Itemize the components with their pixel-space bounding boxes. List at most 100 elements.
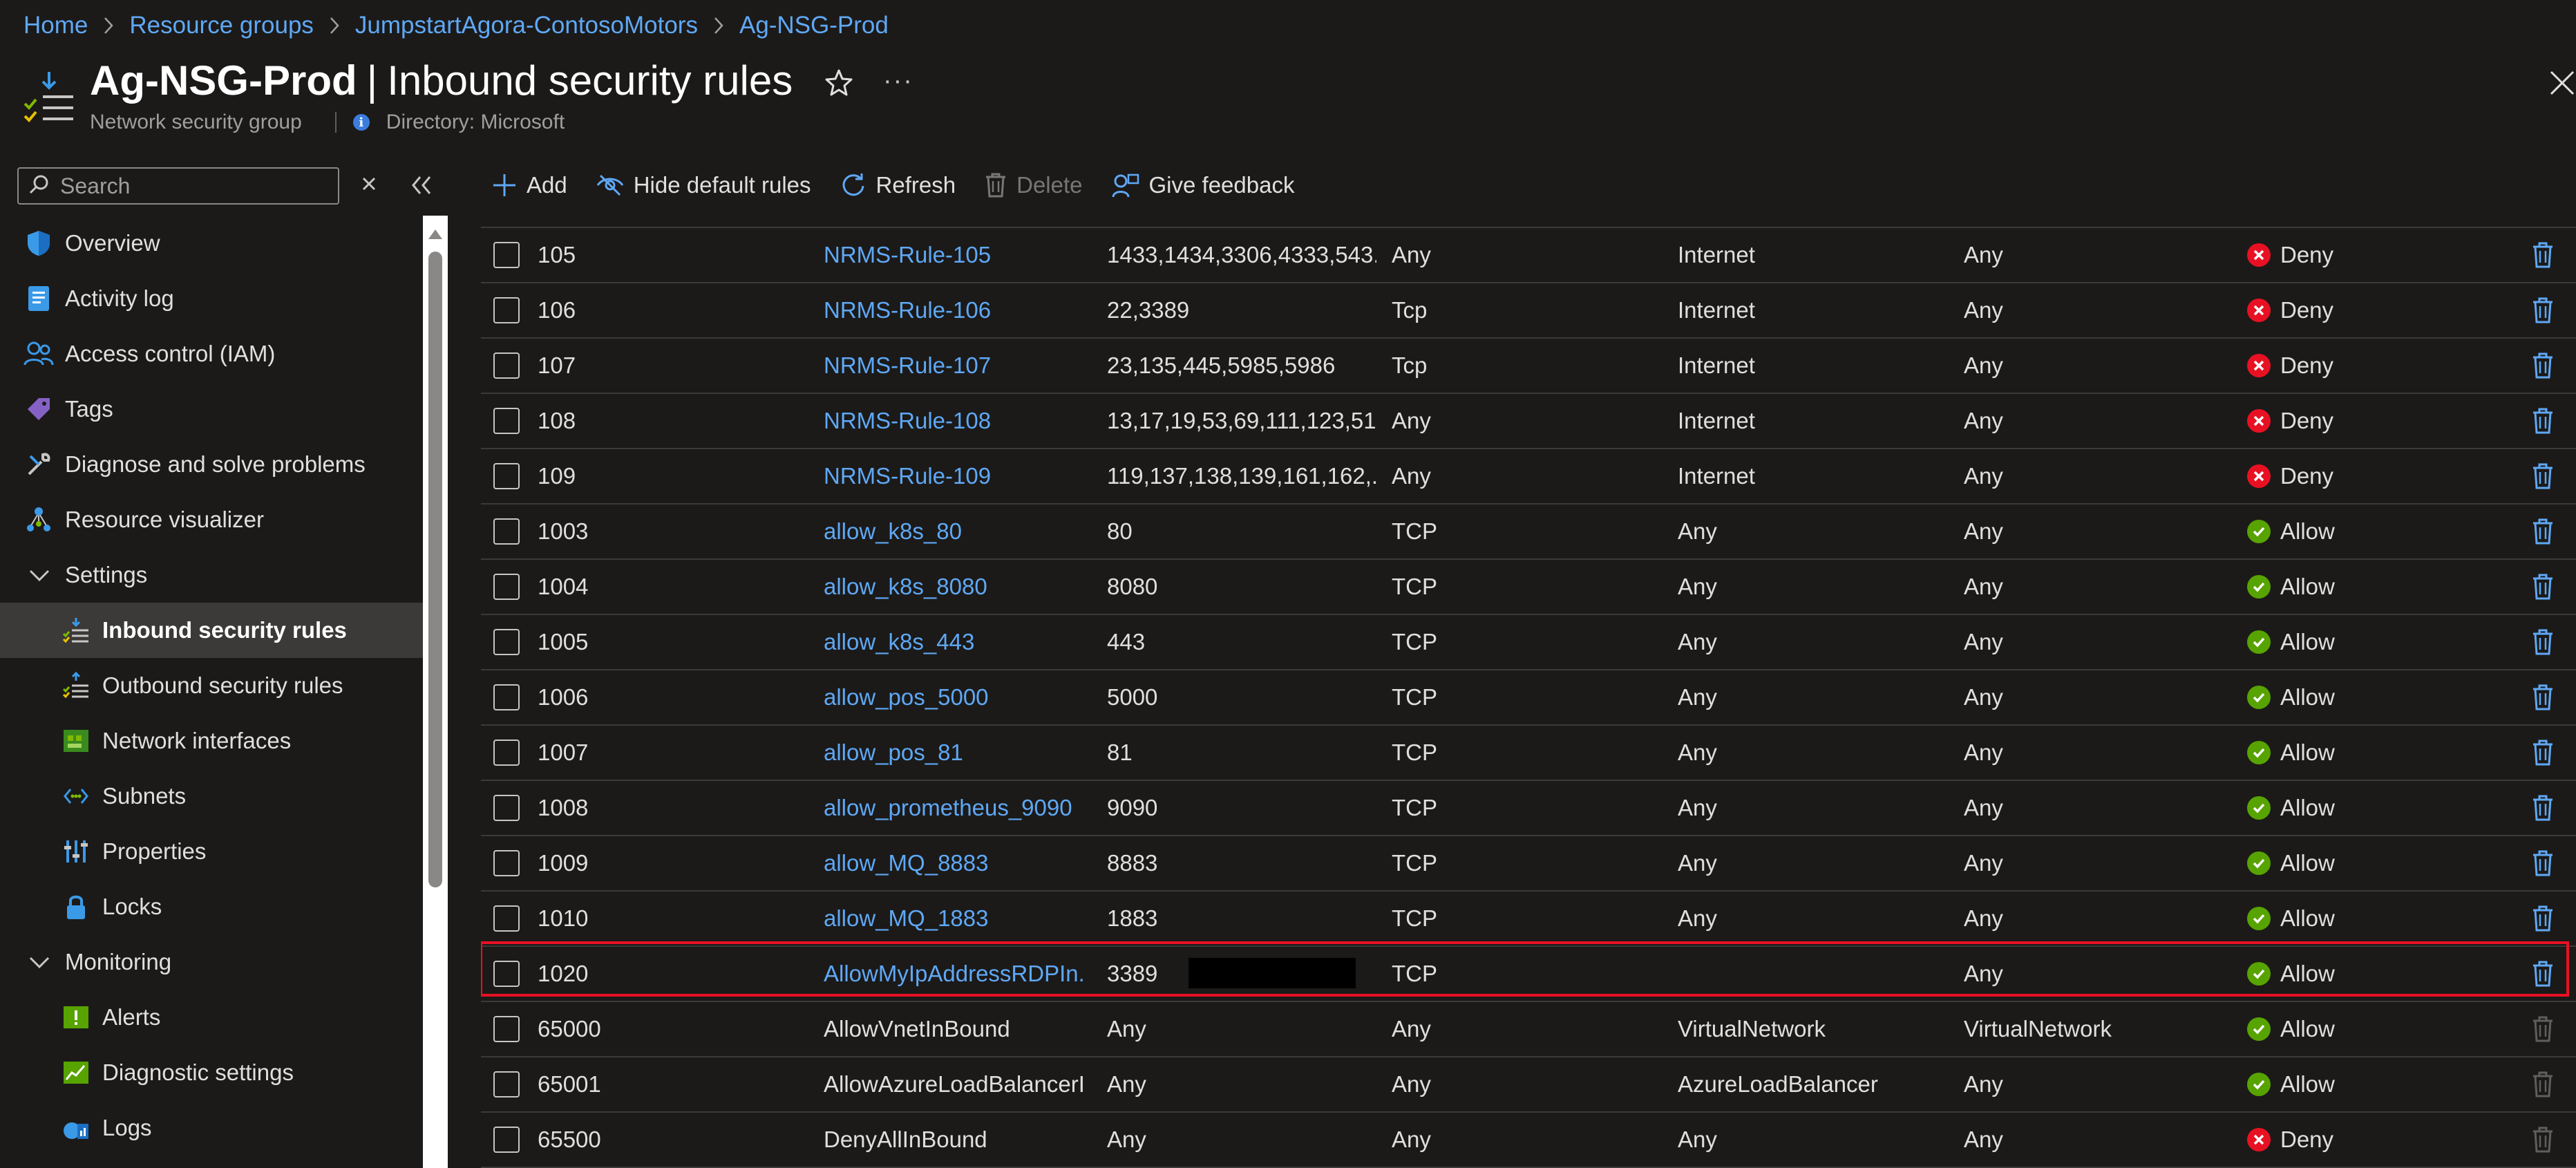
rule-name-link[interactable]: allow_k8s_443 bbox=[824, 615, 1086, 669]
trash-icon[interactable] bbox=[2526, 339, 2559, 393]
sidebar-item-inbound-rules[interactable]: Inbound security rules bbox=[0, 603, 423, 658]
rule-name-link[interactable]: NRMS-Rule-106 bbox=[824, 283, 1086, 337]
breadcrumb-resource-groups-link[interactable]: Resource groups bbox=[129, 12, 314, 39]
row-checkbox[interactable] bbox=[493, 1016, 520, 1042]
sidebar-section-monitoring[interactable]: Monitoring bbox=[0, 934, 423, 990]
trash-icon[interactable] bbox=[2526, 836, 2559, 890]
sidebar-item-network-interfaces[interactable]: Network interfaces bbox=[0, 713, 423, 769]
table-row[interactable]: 65000 AllowVnetInBound Any Any VirtualNetwor… bbox=[481, 1002, 2576, 1057]
table-row[interactable]: 107 NRMS-Rule-107 23,135,445,5985,5986 Tcp I… bbox=[481, 339, 2576, 394]
table-row[interactable]: 1008 allow_prometheus_9090 9090 TCP Any Any Al… bbox=[481, 781, 2576, 836]
breadcrumb-home-link[interactable]: Home bbox=[23, 12, 88, 39]
row-checkbox[interactable] bbox=[493, 463, 520, 489]
trash-icon[interactable] bbox=[2526, 947, 2559, 1001]
row-checkbox[interactable] bbox=[493, 905, 520, 932]
rule-name-link[interactable]: allow_pos_5000 bbox=[824, 670, 1086, 724]
rule-name-link[interactable]: allow_MQ_8883 bbox=[824, 836, 1086, 890]
row-checkbox[interactable] bbox=[493, 740, 520, 766]
rule-name-link[interactable]: NRMS-Rule-108 bbox=[824, 394, 1086, 448]
sidebar-item-label: Diagnose and solve problems bbox=[65, 451, 366, 477]
sidebar-item-diagnose[interactable]: Diagnose and solve problems bbox=[0, 437, 423, 492]
table-row[interactable]: 1020 AllowMyIpAddressRDPIn... 3389 TCP Any Al… bbox=[481, 947, 2576, 1002]
rule-name-link[interactable]: AllowMyIpAddressRDPIn... bbox=[824, 947, 1086, 1001]
sidebar-item-subnets[interactable]: Subnets bbox=[0, 769, 423, 824]
rule-name-link[interactable]: allow_MQ_1883 bbox=[824, 892, 1086, 945]
rule-name-link[interactable]: allow_k8s_80 bbox=[824, 505, 1086, 558]
row-checkbox[interactable] bbox=[493, 297, 520, 323]
rule-name-link[interactable]: NRMS-Rule-105 bbox=[824, 228, 1086, 282]
page-title: Ag-NSG-Prod | Inbound security rules bbox=[90, 57, 793, 104]
close-icon[interactable] bbox=[2548, 69, 2576, 97]
row-checkbox[interactable] bbox=[493, 352, 520, 379]
table-row[interactable]: 65001 AllowAzureLoadBalancerI... Any Any Azu… bbox=[481, 1057, 2576, 1113]
rule-name-link[interactable]: allow_k8s_8080 bbox=[824, 560, 1086, 614]
row-checkbox[interactable] bbox=[493, 574, 520, 600]
table-row[interactable]: 1006 allow_pos_5000 5000 TCP Any Any Allow bbox=[481, 670, 2576, 726]
row-checkbox[interactable] bbox=[493, 850, 520, 876]
table-row[interactable]: 1010 allow_MQ_1883 1883 TCP Any Any Allow bbox=[481, 892, 2576, 947]
sidebar-item-outbound-rules[interactable]: Outbound security rules bbox=[0, 658, 423, 713]
trash-icon[interactable] bbox=[2526, 781, 2559, 835]
sidebar-item-diagnostic-settings[interactable]: Diagnostic settings bbox=[0, 1045, 423, 1100]
rule-name-link[interactable]: allow_prometheus_9090 bbox=[824, 781, 1086, 835]
sidebar-item-activity-log[interactable]: Activity log bbox=[0, 271, 423, 326]
rule-name-link[interactable]: NRMS-Rule-109 bbox=[824, 449, 1086, 503]
sidebar-item-properties[interactable]: Properties bbox=[0, 824, 423, 879]
rule-name-link[interactable]: NRMS-Rule-107 bbox=[824, 339, 1086, 393]
row-checkbox[interactable] bbox=[493, 684, 520, 710]
table-row[interactable]: 1003 allow_k8s_80 80 TCP Any Any Allow bbox=[481, 505, 2576, 560]
more-options-button[interactable]: ··· bbox=[883, 66, 913, 96]
trash-icon[interactable] bbox=[2526, 726, 2559, 780]
sidebar-item-access-control[interactable]: Access control (IAM) bbox=[0, 326, 423, 382]
table-row[interactable]: 105 NRMS-Rule-105 1433,1434,3306,4333,543.… bbox=[481, 228, 2576, 283]
sidebar-item-alerts[interactable]: Alerts bbox=[0, 990, 423, 1045]
sidebar-item-resource-visualizer[interactable]: Resource visualizer bbox=[0, 492, 423, 547]
row-checkbox[interactable] bbox=[493, 795, 520, 821]
sidebar-item-tags[interactable]: Tags bbox=[0, 382, 423, 437]
trash-icon[interactable] bbox=[2526, 394, 2559, 448]
give-feedback-button[interactable]: Give feedback bbox=[1112, 172, 1294, 198]
row-checkbox[interactable] bbox=[493, 1127, 520, 1153]
row-checkbox[interactable] bbox=[493, 1071, 520, 1098]
row-checkbox[interactable] bbox=[493, 408, 520, 434]
trash-icon[interactable] bbox=[2526, 670, 2559, 724]
sidebar-item-overview[interactable]: Overview bbox=[0, 216, 423, 271]
hide-default-rules-button[interactable]: Hide default rules bbox=[596, 172, 811, 198]
trash-icon[interactable] bbox=[2526, 892, 2559, 945]
trash-icon[interactable] bbox=[2526, 449, 2559, 503]
table-row[interactable]: 109 NRMS-Rule-109 119,137,138,139,161,162,… bbox=[481, 449, 2576, 505]
table-row[interactable]: 1005 allow_k8s_443 443 TCP Any Any Allow bbox=[481, 615, 2576, 670]
table-row[interactable]: 1007 allow_pos_81 81 TCP Any Any Allow bbox=[481, 726, 2576, 781]
collapse-sidebar-icon[interactable] bbox=[409, 173, 434, 198]
favorite-star-icon[interactable] bbox=[824, 68, 854, 98]
row-checkbox[interactable] bbox=[493, 242, 520, 268]
search-input[interactable] bbox=[59, 172, 324, 200]
trash-icon[interactable] bbox=[2526, 560, 2559, 614]
port-cell: 13,17,19,53,69,111,123,51... bbox=[1107, 408, 1376, 433]
delete-button[interactable]: Delete bbox=[985, 172, 1083, 198]
trash-icon[interactable] bbox=[2526, 283, 2559, 337]
trash-icon[interactable] bbox=[2526, 615, 2559, 669]
add-button[interactable]: Add bbox=[492, 172, 567, 198]
trash-icon[interactable] bbox=[2526, 505, 2559, 558]
row-checkbox[interactable] bbox=[493, 629, 520, 655]
sidebar-scrollbar[interactable] bbox=[423, 216, 448, 1168]
breadcrumb-resource-group-link[interactable]: JumpstartAgora-ContosoMotors bbox=[355, 12, 698, 39]
sidebar-item-logs[interactable]: Logs bbox=[0, 1100, 423, 1156]
table-row[interactable]: 1004 allow_k8s_8080 8080 TCP Any Any Allow bbox=[481, 560, 2576, 615]
clear-search-icon[interactable] bbox=[358, 173, 380, 195]
table-row[interactable]: 106 NRMS-Rule-106 22,3389 Tcp Internet Any Den… bbox=[481, 283, 2576, 339]
table-row[interactable]: 1009 allow_MQ_8883 8883 TCP Any Any Allow bbox=[481, 836, 2576, 892]
scroll-up-arrow-icon[interactable] bbox=[428, 229, 442, 239]
sidebar-section-settings[interactable]: Settings bbox=[0, 547, 423, 603]
rule-name-link[interactable]: allow_pos_81 bbox=[824, 726, 1086, 780]
table-row[interactable]: 108 NRMS-Rule-108 13,17,19,53,69,111,123,5… bbox=[481, 394, 2576, 449]
table-row[interactable]: 65500 DenyAllInBound Any Any Any Any Deny bbox=[481, 1113, 2576, 1168]
scrollbar-thumb[interactable] bbox=[428, 252, 442, 887]
sidebar-item-locks[interactable]: Locks bbox=[0, 879, 423, 934]
row-checkbox[interactable] bbox=[493, 961, 520, 987]
trash-icon[interactable] bbox=[2526, 228, 2559, 282]
breadcrumb-nsg-link[interactable]: Ag-NSG-Prod bbox=[739, 12, 889, 39]
refresh-button[interactable]: Refresh bbox=[840, 172, 956, 198]
row-checkbox[interactable] bbox=[493, 518, 520, 545]
